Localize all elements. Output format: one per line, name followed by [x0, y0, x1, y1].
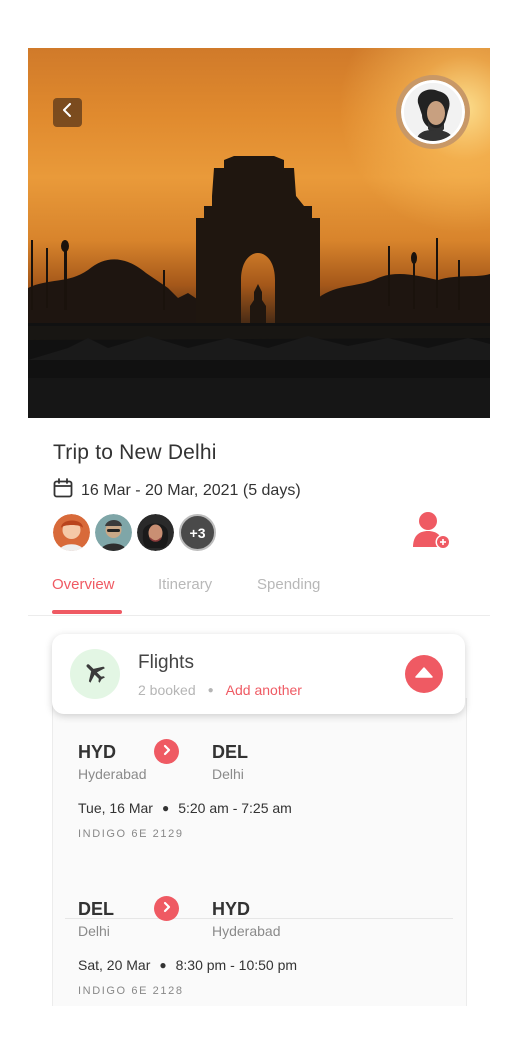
- flights-booked-count: 2 booked: [138, 682, 196, 698]
- traveler-avatar[interactable]: [53, 514, 90, 551]
- destination-city: Hyderabad: [212, 923, 281, 939]
- origin-code: HYD: [78, 742, 117, 762]
- tab-itinerary[interactable]: Itinerary: [158, 576, 212, 593]
- flight-number: INDIGO 6E 2128: [78, 985, 184, 997]
- route-arrow: [154, 896, 179, 921]
- add-traveler-button[interactable]: [412, 511, 454, 551]
- back-button[interactable]: [53, 98, 82, 127]
- flight-item[interactable]: DEL Delhi HYD Hyderabad Sat, 20 Mar ● 8:…: [53, 855, 466, 1005]
- chevron-right-icon: [162, 900, 172, 918]
- separator-dot: ●: [161, 801, 170, 815]
- flight-date: Sat, 20 Mar: [78, 957, 151, 973]
- trip-dates-text: 16 Mar - 20 Mar, 2021 (5 days): [81, 481, 301, 499]
- chevron-right-icon: [162, 743, 172, 761]
- origin-city: Delhi: [78, 923, 110, 939]
- flight-list: HYD Hyderabad DEL Delhi Tue, 16 Mar ● 5:…: [52, 698, 467, 1006]
- traveler-list[interactable]: +3: [53, 514, 216, 551]
- flight-item[interactable]: HYD Hyderabad DEL Delhi Tue, 16 Mar ● 5:…: [53, 698, 466, 848]
- active-tab-indicator: [52, 610, 122, 614]
- route-arrow: [154, 739, 179, 764]
- destination-city: Delhi: [212, 766, 244, 782]
- plane-icon-badge: [70, 649, 120, 699]
- tab-bar: Overview Itinerary Spending: [28, 568, 490, 616]
- traveler-avatar[interactable]: [137, 514, 174, 551]
- trip-title: Trip to New Delhi: [53, 441, 217, 464]
- flight-schedule: Sat, 20 Mar ● 8:30 pm - 10:50 pm: [78, 957, 297, 973]
- collapse-flights-button[interactable]: [405, 655, 443, 693]
- trip-screen: Trip to New Delhi 16 Mar - 20 Mar, 2021 …: [28, 48, 490, 1006]
- user-avatar[interactable]: [396, 75, 470, 149]
- add-user-icon: [412, 512, 454, 555]
- flight-time: 5:20 am - 7:25 am: [178, 800, 292, 816]
- flight-schedule: Tue, 16 Mar ● 5:20 am - 7:25 am: [78, 800, 292, 816]
- hero-image: [28, 48, 490, 418]
- calendar-icon: [53, 478, 73, 503]
- more-travelers-badge[interactable]: +3: [179, 514, 216, 551]
- destination-code: HYD: [212, 899, 251, 919]
- origin-city: Hyderabad: [78, 766, 147, 782]
- destination-code: DEL: [212, 742, 248, 762]
- flights-subtitle: 2 booked ● Add another: [138, 682, 302, 698]
- flight-time: 8:30 pm - 10:50 pm: [175, 957, 298, 973]
- flight-number: INDIGO 6E 2129: [78, 828, 184, 840]
- flights-title: Flights: [138, 652, 194, 673]
- flights-card: Flights 2 booked ● Add another: [52, 634, 465, 714]
- separator-dot: ●: [207, 684, 214, 696]
- chevron-left-icon: [62, 103, 74, 122]
- separator-dot: ●: [159, 958, 167, 972]
- traveler-avatar[interactable]: [95, 514, 132, 551]
- trip-dates: 16 Mar - 20 Mar, 2021 (5 days): [53, 478, 301, 503]
- chevron-up-icon: [415, 665, 433, 683]
- tab-spending[interactable]: Spending: [257, 576, 320, 593]
- flight-date: Tue, 16 Mar: [78, 800, 153, 816]
- plane-icon: [82, 659, 108, 690]
- tab-overview[interactable]: Overview: [52, 576, 115, 593]
- origin-code: DEL: [78, 899, 114, 919]
- add-flight-link[interactable]: Add another: [226, 682, 302, 698]
